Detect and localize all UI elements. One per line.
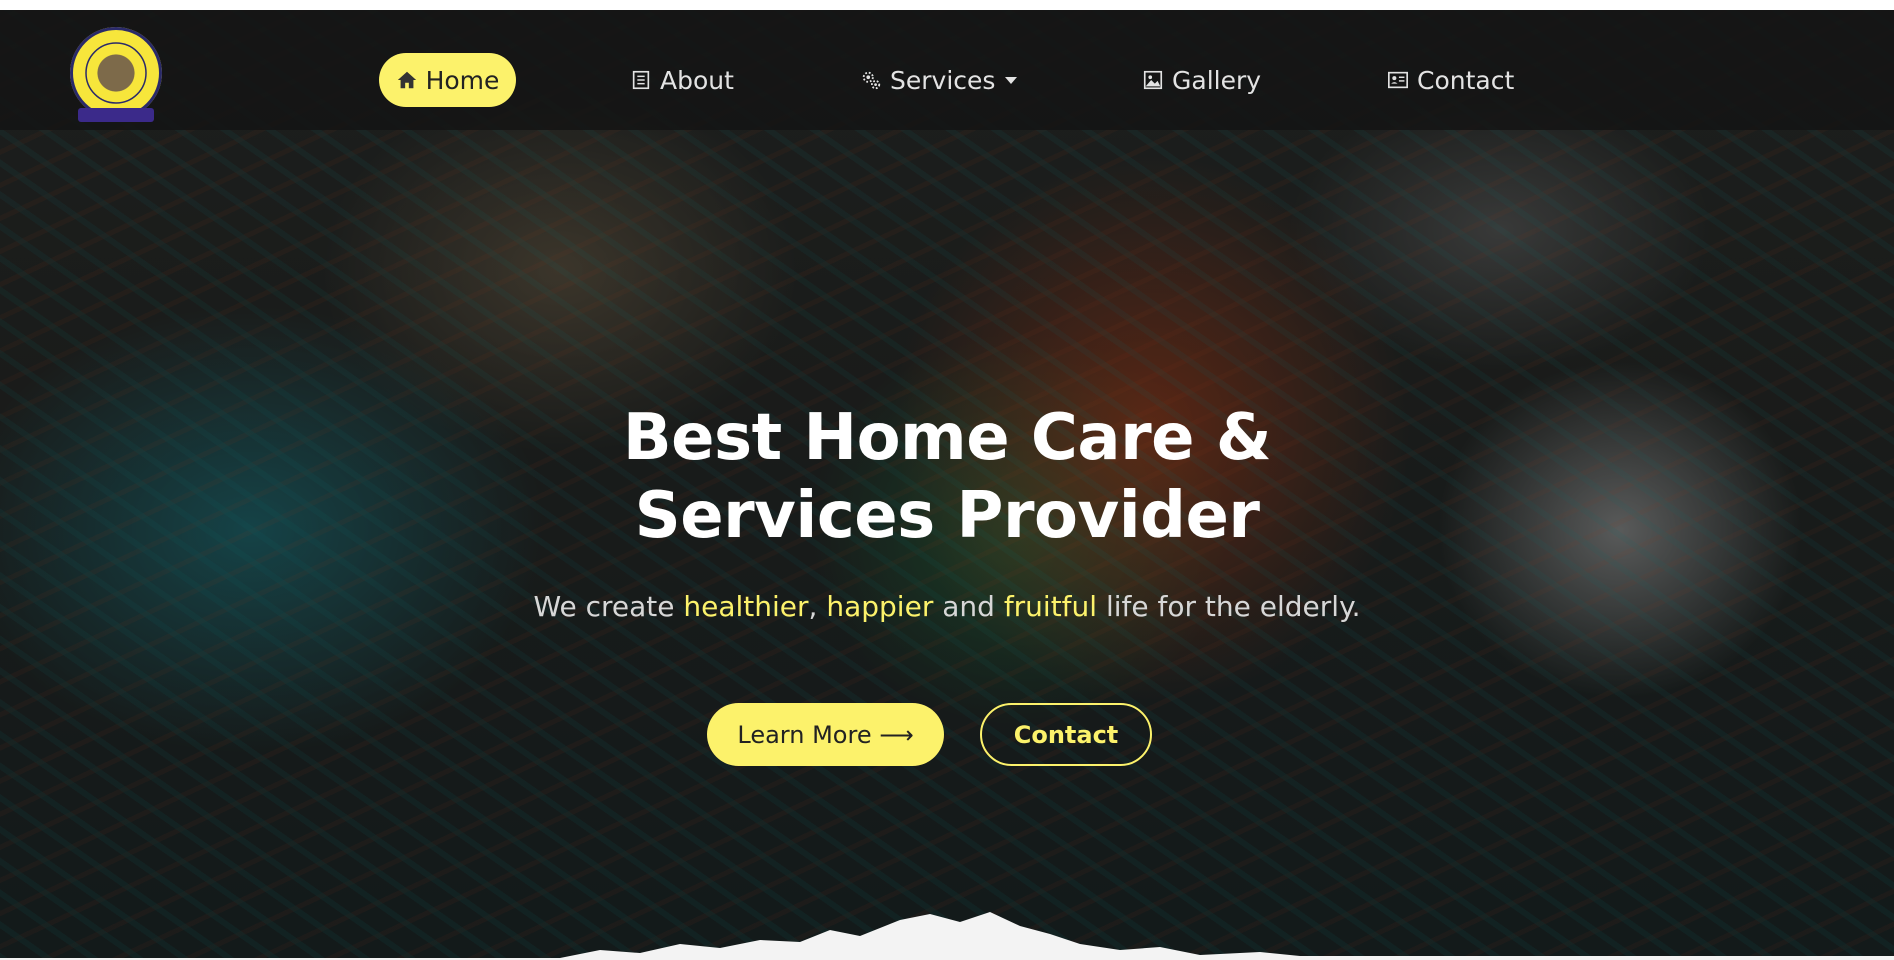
contact-card-icon [1387,69,1409,91]
nav-about-label: About [660,65,734,95]
subtitle-highlight-healthier: healthier [683,590,809,623]
hero-title-line2: Services Provider [634,478,1260,553]
nav-gallery[interactable]: Gallery [1142,53,1261,107]
image-icon [1142,69,1164,91]
subtitle-highlight-happier: happier [826,590,934,623]
nav-contact-label: Contact [1417,65,1515,95]
contact-button-label: Contact [1013,720,1119,749]
home-icon [396,69,418,91]
nav-gallery-label: Gallery [1172,65,1262,95]
nav-services[interactable]: Services [860,53,1018,107]
logo-ribbon [78,108,154,122]
learn-more-button[interactable]: Learn More ⟶ [707,703,944,766]
page: Home About Services Gallery Contact Best… [0,0,1894,960]
subtitle-text-3: and [933,590,1004,623]
nav-services-label: Services [890,65,996,95]
torn-paper-divider [0,912,1894,960]
nav-contact[interactable]: Contact [1387,53,1514,107]
nav-about[interactable]: About [630,53,734,107]
subtitle-text-2: , [808,590,827,623]
hero-title: Best Home Care & Services Provider [0,399,1894,555]
subtitle-text-1: We create [533,590,684,623]
gears-icon [860,69,882,91]
subtitle-text-4: life for the elderly. [1097,590,1361,623]
chevron-down-icon [1005,76,1018,84]
top-navbar: Home About Services Gallery Contact [0,10,1894,130]
learn-more-label: Learn More ⟶ [737,720,914,749]
logo-ring-text [71,28,161,118]
hero-title-line1: Best Home Care & [622,400,1272,475]
contact-button[interactable]: Contact [980,703,1152,766]
document-list-icon [630,69,652,91]
nav-home[interactable]: Home [379,53,516,107]
hero-subtitle: We create healthier, happier and fruitfu… [0,590,1894,623]
nav-home-label: Home [425,65,500,95]
subtitle-highlight-fruitful: fruitful [1003,590,1098,623]
